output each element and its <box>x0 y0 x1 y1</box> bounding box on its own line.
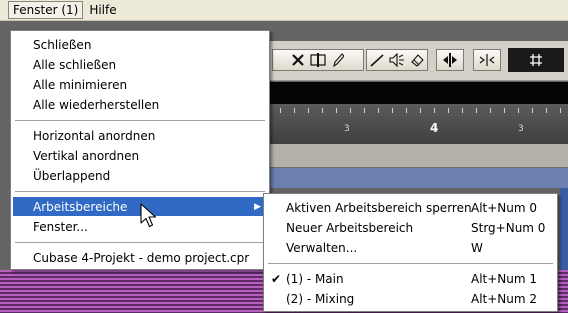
ruler-label-major: 4 <box>430 121 439 135</box>
split-icon[interactable] <box>308 50 328 70</box>
menu-item-alle-wiederherstellen[interactable]: Alle wiederherstellen <box>13 95 267 114</box>
menu-item-horizontal-anordnen[interactable]: Horizontal anordnen <box>13 126 267 145</box>
line-tool-icon[interactable] <box>367 50 387 70</box>
tool-group-2 <box>366 49 428 71</box>
grid-icon <box>526 50 546 70</box>
submenu-item-mixing[interactable]: (2) - Mixing Alt+Num 2 <box>266 289 555 308</box>
submenu-item-sperren[interactable]: Aktiven Arbeitsbereich sperren Alt+Num 0 <box>266 198 555 217</box>
submenu-item-label: (1) - Main <box>286 271 344 286</box>
eraser-icon[interactable] <box>407 50 427 70</box>
menu-separator <box>15 120 265 122</box>
ruler-label: 3 <box>344 124 350 134</box>
menu-separator <box>268 263 553 265</box>
menu-item-label: Alle minimieren <box>33 77 128 92</box>
shortcut-label: Alt+Num 2 <box>471 291 538 306</box>
submenu-item-label: Aktiven Arbeitsbereich sperren <box>286 200 472 215</box>
speaker-icon[interactable] <box>387 50 407 70</box>
menu-separator <box>15 242 265 244</box>
menu-item-ueberlappend[interactable]: Überlappend <box>13 166 267 185</box>
pencil-icon[interactable] <box>328 50 348 70</box>
tool-group <box>272 49 364 71</box>
track-edge <box>560 188 568 270</box>
menu-item-vertikal-anordnen[interactable]: Vertikal anordnen <box>13 146 267 165</box>
toolbar <box>268 41 568 81</box>
submenu-item-verwalten[interactable]: Verwalten... W <box>266 238 555 257</box>
submenu-item-label: Neuer Arbeitsbereich <box>286 220 414 235</box>
nudge-icon <box>440 50 460 70</box>
snap-button[interactable] <box>473 49 501 71</box>
menu-item-label: Vertikal anordnen <box>33 148 140 163</box>
track-lane-selected[interactable] <box>268 168 568 188</box>
menu-item-project[interactable]: Cubase 4-Projekt - demo project.cpr <box>13 248 267 267</box>
menu-bar: Fenster (1) Hilfe <box>0 0 568 21</box>
menu-item-label: Schließen <box>33 37 92 52</box>
checkmark-icon: ✔ <box>271 271 282 286</box>
menu-item-label: Horizontal anordnen <box>33 128 156 143</box>
info-line <box>268 82 568 104</box>
shortcut-label: W <box>471 240 483 255</box>
fenster-menu: Schließen Alle schließen Alle minimieren… <box>10 30 270 270</box>
menu-item-schliessen[interactable]: Schließen <box>13 35 267 54</box>
ruler-label: 3 <box>518 124 524 134</box>
submenu-item-neuer-arbeitsbereich[interactable]: Neuer Arbeitsbereich Strg+Num 0 <box>266 218 555 237</box>
menu-fenster[interactable]: Fenster (1) <box>8 1 84 19</box>
menu-item-alle-minimieren[interactable]: Alle minimieren <box>13 75 267 94</box>
arbeitsbereiche-submenu: Aktiven Arbeitsbereich sperren Alt+Num 0… <box>263 193 558 312</box>
submenu-item-label: Verwalten... <box>286 240 358 255</box>
menu-separator <box>15 191 265 193</box>
menu-item-label: Fenster... <box>33 219 88 234</box>
mouse-cursor-icon <box>140 203 157 228</box>
submenu-item-label: (2) - Mixing <box>286 291 355 306</box>
shortcut-label: Alt+Num 0 <box>471 200 538 215</box>
menu-item-label: Alle schließen <box>33 57 117 72</box>
menu-item-label: Überlappend <box>33 168 111 183</box>
close-x-icon[interactable] <box>288 50 308 70</box>
grid-quantize-field[interactable] <box>508 48 564 72</box>
menu-item-label: Cubase 4-Projekt - demo project.cpr <box>33 250 250 265</box>
submenu-item-main[interactable]: ✔ (1) - Main Alt+Num 1 <box>266 269 555 288</box>
shortcut-label: Alt+Num 1 <box>471 271 538 286</box>
menu-item-label: Alle wiederherstellen <box>33 97 160 112</box>
submenu-arrow-icon: ▶ <box>254 201 261 212</box>
menu-hilfe[interactable]: Hilfe <box>84 1 121 19</box>
nudge-button[interactable] <box>436 49 464 71</box>
shortcut-label: Strg+Num 0 <box>471 220 546 235</box>
menu-item-alle-schliessen[interactable]: Alle schließen <box>13 55 267 74</box>
timeline-ruler[interactable]: 3 4 3 <box>268 104 568 144</box>
arrows-icon <box>477 50 497 70</box>
track-lane[interactable] <box>268 144 568 168</box>
menu-item-label: Arbeitsbereiche <box>33 199 128 214</box>
